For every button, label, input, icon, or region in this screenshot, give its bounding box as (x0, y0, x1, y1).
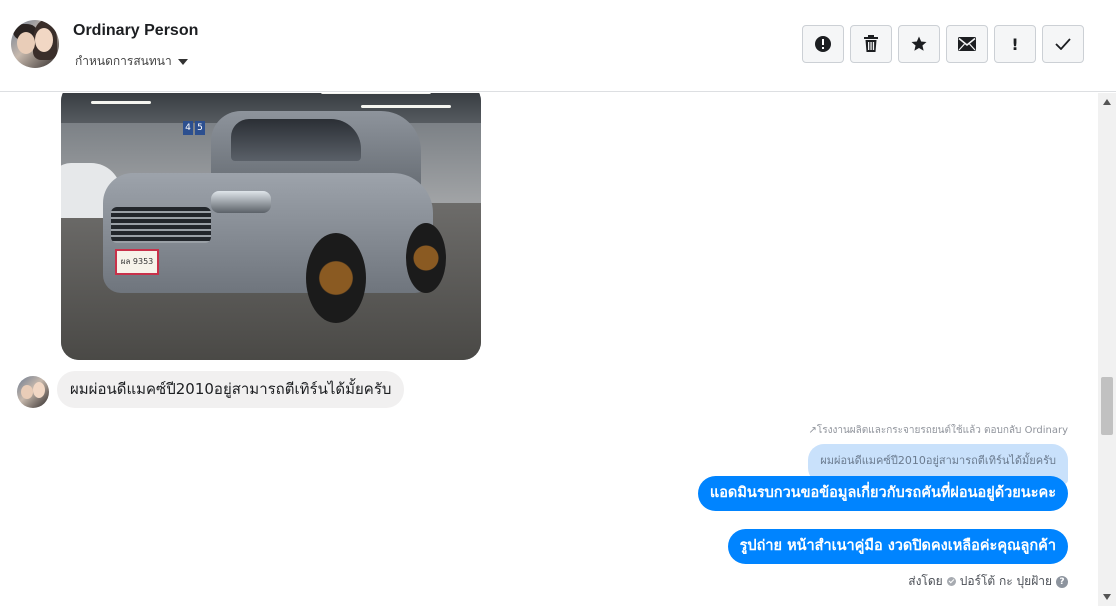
trash-icon (864, 35, 878, 52)
conversation-setting-dropdown[interactable]: กำหนดการสนทนา (75, 52, 188, 71)
contact-avatar[interactable] (11, 20, 59, 68)
message-photo[interactable]: 4 5 ผล 9353 (61, 93, 481, 360)
star-button[interactable] (898, 25, 940, 63)
bay-sign: 5 (195, 121, 205, 135)
sent-by-info: ส่งโดย ปอร์โต้ กะ ปุยฝ้าย ? (908, 572, 1068, 591)
mark-done-button[interactable] (1042, 25, 1084, 63)
outgoing-message[interactable]: แอดมินรบกวนขอข้อมูลเกี่ยวกับรถคันที่ผ่อน… (697, 476, 1068, 511)
envelope-icon (958, 37, 976, 51)
help-icon[interactable]: ? (1056, 575, 1068, 588)
scroll-up-arrow-icon[interactable] (1103, 99, 1111, 105)
report-button[interactable] (802, 25, 844, 63)
conversation-toolbar: ! (802, 25, 1084, 63)
bay-sign: 4 (183, 121, 193, 135)
contact-name[interactable]: Ordinary Person (73, 22, 198, 40)
scroll-thumb[interactable] (1101, 377, 1113, 435)
conversation-setting-label: กำหนดการสนทนา (75, 54, 172, 68)
scroll-down-arrow-icon[interactable] (1103, 594, 1111, 600)
delete-button[interactable] (850, 25, 892, 63)
exclamation-icon: ! (1011, 34, 1019, 54)
verified-check-icon (946, 577, 956, 586)
license-plate: ผล 9353 (115, 249, 159, 275)
conversation-header: Ordinary Person กำหนดการสนทนา ! (0, 0, 1116, 92)
alert-circle-icon (815, 36, 831, 52)
sent-by-label: ส่งโดย (908, 574, 943, 588)
star-icon (911, 36, 927, 51)
thread-scrollbar[interactable] (1098, 93, 1116, 606)
sender-avatar[interactable] (17, 376, 49, 408)
message-thread: 4 5 ผล 9353 ผมผ่อนดีแมคซ์ปี2010อยู่สามาร… (0, 93, 1098, 606)
checkmark-icon (1055, 38, 1071, 50)
incoming-message[interactable]: ผมผ่อนดีแมคซ์ปี2010อยู่สามารถตีเทิร์นได้… (57, 371, 405, 408)
mark-unread-button[interactable] (946, 25, 988, 63)
reply-note: ↗โรงงานผลิตและกระจายรถยนต์ใช้แล้ว ตอบกลั… (808, 425, 1068, 436)
spam-button[interactable]: ! (994, 25, 1036, 63)
sent-by-name: ปอร์โต้ กะ ปุยฝ้าย (959, 574, 1052, 588)
caret-down-icon (177, 58, 188, 65)
outgoing-message[interactable]: รูปถ่าย หน้าสำเนาคู่มือ งวดปิดคงเหลือค่ะ… (727, 529, 1068, 564)
